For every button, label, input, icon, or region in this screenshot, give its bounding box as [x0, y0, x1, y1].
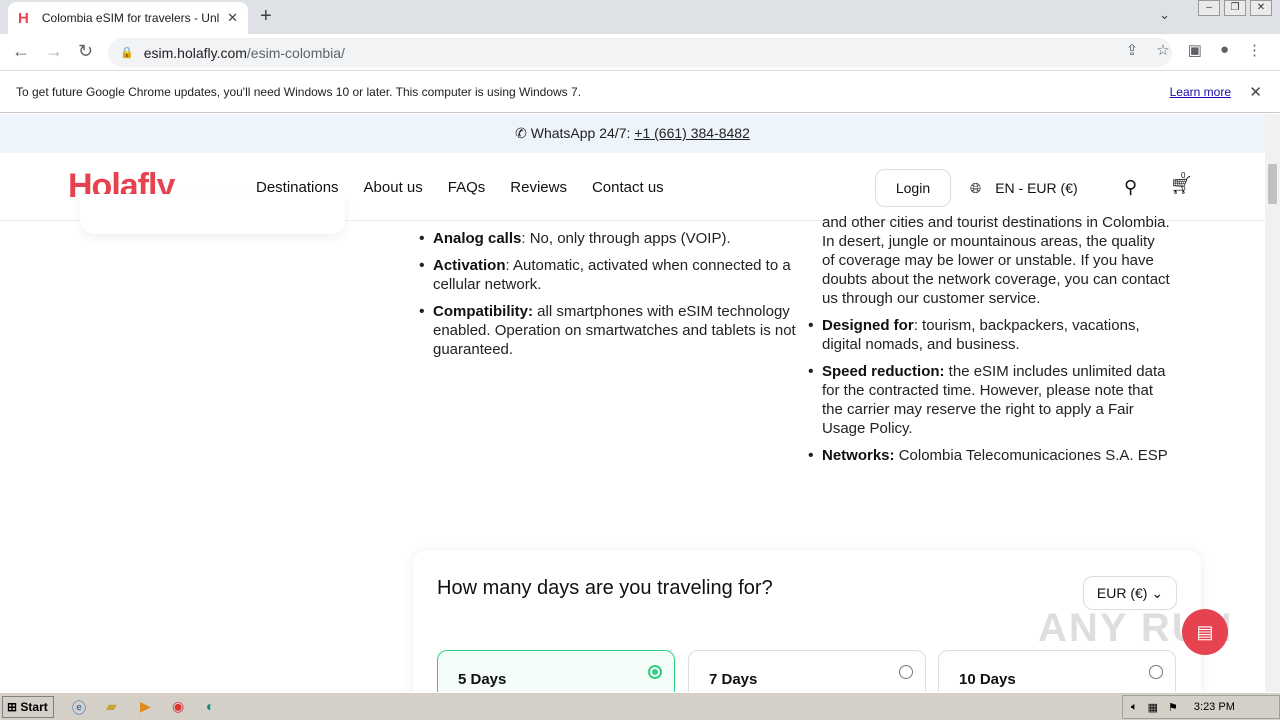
- infobar-message: To get future Google Chrome updates, you…: [16, 84, 582, 99]
- toolbar-actions: ⇪ ☆ ▣ ● ⋮: [1126, 41, 1262, 59]
- spec-networks: Networks: Colombia Telecomunicaciones S.…: [808, 446, 1170, 465]
- days-option-10[interactable]: 10 Days: [938, 650, 1176, 692]
- close-infobar-icon[interactable]: ✕: [1249, 83, 1262, 101]
- chrome-icon[interactable]: ◉: [172, 698, 184, 715]
- scrollbar-thumb[interactable]: [1268, 164, 1277, 204]
- windows-logo-icon: ⊞: [7, 700, 18, 714]
- whatsapp-bar: ✆ WhatsApp 24/7: +1 (661) 384-8482: [0, 114, 1265, 153]
- url-path: /esim-colombia/: [246, 44, 345, 61]
- days-option-7[interactable]: 7 Days: [688, 650, 926, 692]
- radio-icon[interactable]: [899, 665, 913, 679]
- window-controls: – ❐ ✕: [1198, 0, 1272, 16]
- currency-dropdown[interactable]: EUR (€) ⌄: [1083, 576, 1177, 610]
- minimize-button[interactable]: –: [1198, 0, 1220, 16]
- days-option-5[interactable]: 5 Days: [437, 650, 675, 692]
- search-icon[interactable]: ⚲: [1124, 177, 1137, 198]
- spec-activation: Activation: Automatic, activated when co…: [419, 256, 796, 294]
- nav-contact-us[interactable]: Contact us: [592, 179, 664, 196]
- address-bar[interactable]: 🔒 esim.holafly.com/esim-colombia/: [108, 38, 1172, 67]
- globe-icon: 🌐︎: [970, 180, 982, 196]
- nav-about-us[interactable]: About us: [364, 179, 423, 196]
- flag-icon[interactable]: ⚑: [1168, 701, 1178, 714]
- tab-title: Colombia eSIM for travelers - Unlimit: [41, 11, 220, 25]
- reload-icon[interactable]: ↻: [78, 41, 93, 62]
- system-tray: 🔈︎ ▦ ⚑ 3:23 PM: [1122, 695, 1280, 719]
- whatsapp-label: WhatsApp 24/7:: [530, 125, 631, 141]
- ie-icon[interactable]: ⓔ: [72, 698, 86, 718]
- folder-icon[interactable]: ▰: [106, 698, 117, 715]
- menu-kebab-icon[interactable]: ⋮: [1247, 41, 1262, 59]
- spec-coverage-continued: and other cities and tourist destination…: [822, 214, 1170, 307]
- whatsapp-icon: ✆: [515, 125, 527, 141]
- forward-arrow-icon[interactable]: →: [45, 41, 63, 62]
- media-player-icon[interactable]: ▶: [140, 698, 151, 715]
- login-button[interactable]: Login: [875, 169, 951, 207]
- network-icon[interactable]: ▦: [1148, 701, 1158, 714]
- back-arrow-icon[interactable]: ←: [12, 41, 30, 62]
- whatsapp-phone-link[interactable]: +1 (661) 384-8482: [634, 125, 750, 141]
- locale-selector[interactable]: 🌐︎ EN - EUR (€): [970, 180, 1078, 197]
- learn-more-link[interactable]: Learn more: [1170, 85, 1231, 99]
- url-host: esim.holafly.com: [143, 44, 247, 61]
- tab-search-chevron-icon[interactable]: ⌄: [1159, 7, 1170, 23]
- spec-compatibility: Compatibility: all smartphones with eSIM…: [419, 302, 796, 359]
- browser-titlebar: H Colombia eSIM for travelers - Unlimit …: [0, 0, 1280, 34]
- days-option-label: 10 Days: [959, 671, 1016, 688]
- browser-tab[interactable]: H Colombia eSIM for travelers - Unlimit …: [8, 2, 248, 34]
- volume-icon[interactable]: 🔈︎: [1131, 701, 1138, 714]
- chat-icon: ▤: [1196, 622, 1214, 642]
- page-scrollbar[interactable]: [1265, 114, 1280, 692]
- update-infobar: To get future Google Chrome updates, you…: [0, 71, 1280, 113]
- clock[interactable]: 3:23 PM: [1194, 701, 1235, 713]
- side-panel-icon[interactable]: ▣: [1188, 41, 1202, 59]
- side-card: [80, 194, 345, 234]
- days-option-label: 5 Days: [458, 671, 507, 688]
- spec-speed-reduction: Speed reduction: the eSIM includes unlim…: [808, 362, 1170, 438]
- browser-toolbar: ← → ↻ 🔒 esim.holafly.com/esim-colombia/ …: [0, 34, 1280, 71]
- close-window-button[interactable]: ✕: [1250, 0, 1272, 16]
- specs-right-list: and other cities and tourist destination…: [808, 213, 1170, 473]
- days-option-label: 7 Days: [709, 671, 758, 688]
- spec-designed-for: Designed for: tourism, backpackers, vaca…: [808, 316, 1170, 354]
- radio-selected-icon[interactable]: [648, 665, 662, 679]
- days-title: How many days are you traveling for?: [437, 577, 773, 599]
- close-tab-icon[interactable]: ✕: [227, 10, 238, 26]
- chevron-down-icon: ⌄: [1151, 585, 1164, 601]
- restore-button[interactable]: ❐: [1224, 0, 1246, 16]
- specs-left-list: Analog calls: No, only through apps (VOI…: [419, 229, 796, 367]
- profile-avatar-icon[interactable]: ●: [1220, 41, 1229, 59]
- holafly-favicon-icon: H: [18, 9, 29, 27]
- lock-icon: 🔒: [120, 47, 134, 59]
- nav-reviews[interactable]: Reviews: [510, 179, 567, 196]
- nav-faqs[interactable]: FAQs: [448, 179, 486, 196]
- share-icon[interactable]: ⇪: [1126, 41, 1139, 59]
- chat-button[interactable]: ▤: [1182, 609, 1228, 655]
- locale-label: EN - EUR (€): [995, 180, 1078, 196]
- start-button[interactable]: ⊞ Start: [2, 696, 54, 718]
- radio-icon[interactable]: [1149, 665, 1163, 679]
- edge-icon[interactable]: ◐: [206, 698, 214, 714]
- new-tab-button[interactable]: +: [260, 5, 272, 28]
- spec-analog-calls: Analog calls: No, only through apps (VOI…: [419, 229, 796, 248]
- cart-count: 0: [1181, 171, 1186, 180]
- page-viewport: ✆ WhatsApp 24/7: +1 (661) 384-8482 Holaf…: [0, 114, 1265, 692]
- windows-taskbar: ⊞ Start ⓔ ▰ ▶ ◉ ◐ 🔈︎ ▦ ⚑ 3:23 PM: [0, 692, 1280, 720]
- bookmark-star-icon[interactable]: ☆: [1156, 41, 1169, 59]
